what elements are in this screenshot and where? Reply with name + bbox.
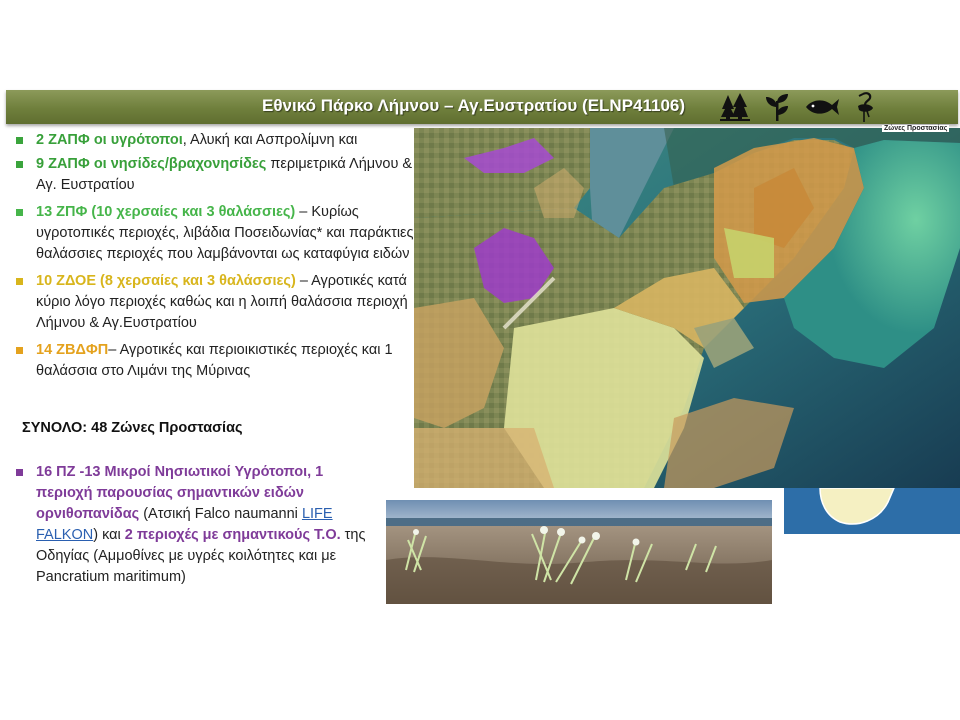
protection-zones-map: [414, 128, 960, 488]
plant-icon: [766, 94, 788, 121]
bullet-zapf-wetlands: 2 ΖΑΠΦ οι υγρότοποι, Αλυκή και Ασπρολίμν…: [14, 130, 414, 151]
slide-title: Εθνικό Πάρκο Λήμνου – Αγ.Ευστρατίου (ELN…: [262, 96, 686, 115]
title-banner: Εθνικό Πάρκο Λήμνου – Αγ.Ευστρατίου (ELN…: [6, 90, 958, 124]
yellow-bullet-marker: [16, 278, 23, 285]
pz-bullet: 16 ΠΖ -13 Μικροί Νησιωτικοί Υγρότοποι, 1…: [14, 462, 374, 588]
flamingo-icon: [858, 92, 873, 122]
map-legend-title: Ζώνες Προστασίας: [882, 125, 950, 132]
bullet-zbdfp: 14 ΖΒΔΦΠ– Αγροτικές και περιοικιστικές π…: [14, 340, 414, 382]
bullet-zpf: 13 ΖΠΦ (10 χερσαίες και 3 θαλάσσιες) – Κ…: [14, 202, 414, 265]
total-zones: ΣΥΝΟΛΟ: 48 Ζώνες Προστασίας: [22, 420, 243, 436]
banner-icons: [720, 92, 876, 122]
fish-icon: [806, 99, 839, 115]
map-extension-fragment: [784, 488, 960, 534]
trees-icon: [720, 93, 750, 121]
purple-bullet-marker: [16, 469, 23, 476]
pancratium-beach-photo: [386, 500, 772, 604]
bullet-zdoe: 10 ΖΔΟΕ (8 χερσαίες και 3 θαλάσσιες) – Α…: [14, 271, 414, 334]
orange-bullet-marker: [16, 347, 23, 354]
green-bullet-marker: [16, 209, 23, 216]
green-bullet-marker: [16, 137, 23, 144]
bullet-zapf-islets: 9 ΖΑΠΦ οι νησίδες/βραχονησίδες περιμετρι…: [14, 154, 414, 196]
green-bullet-marker: [16, 161, 23, 168]
zones-bullet-list: 2 ΖΑΠΦ οι υγρότοποι, Αλυκή και Ασπρολίμν…: [14, 130, 414, 382]
photo-graphic: [386, 500, 772, 604]
map-graphic: [414, 128, 960, 488]
bullet-pz: 16 ΠΖ -13 Μικροί Νησιωτικοί Υγρότοποι, 1…: [14, 462, 374, 588]
